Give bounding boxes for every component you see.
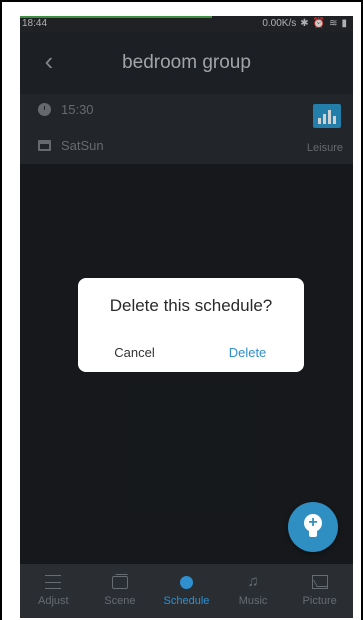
dialog-title: Delete this schedule?: [109, 296, 273, 315]
bottom-nav: Adjust Scene Schedule ♫ Music Picture: [20, 564, 353, 618]
app-screen: 18:44 0.00K/s ✱ ⏰ ≋ ▮ ‹ bedroom group 15…: [20, 16, 353, 618]
music-note-icon: ♫: [247, 573, 259, 590]
page-border-left: [0, 0, 2, 620]
nav-label-adjust: Adjust: [38, 595, 69, 607]
nav-item-picture[interactable]: Picture: [286, 564, 353, 618]
dialog-actions: Cancel Delete: [78, 338, 304, 368]
cancel-button[interactable]: Cancel: [78, 338, 191, 368]
delete-dialog: Delete this schedule? Cancel Delete: [78, 278, 304, 372]
nav-label-schedule: Schedule: [163, 594, 210, 607]
delete-button[interactable]: Delete: [191, 338, 304, 368]
nav-item-adjust[interactable]: Adjust: [20, 564, 87, 618]
clapperboard-icon: [111, 575, 128, 589]
nav-label-picture: Picture: [302, 595, 337, 607]
clock-icon: [179, 575, 193, 589]
plus-icon: +: [308, 514, 318, 531]
nav-item-music[interactable]: ♫ Music: [220, 564, 287, 618]
nav-label-scene: Scene: [104, 594, 136, 607]
page-border-top: [0, 0, 363, 2]
image-icon: [311, 575, 328, 589]
sliders-icon: [45, 575, 62, 589]
nav-item-schedule[interactable]: Schedule: [153, 564, 220, 618]
nav-label-music: Music: [238, 595, 268, 607]
nav-item-scene[interactable]: Scene: [87, 564, 154, 618]
add-schedule-button[interactable]: +: [288, 502, 338, 552]
